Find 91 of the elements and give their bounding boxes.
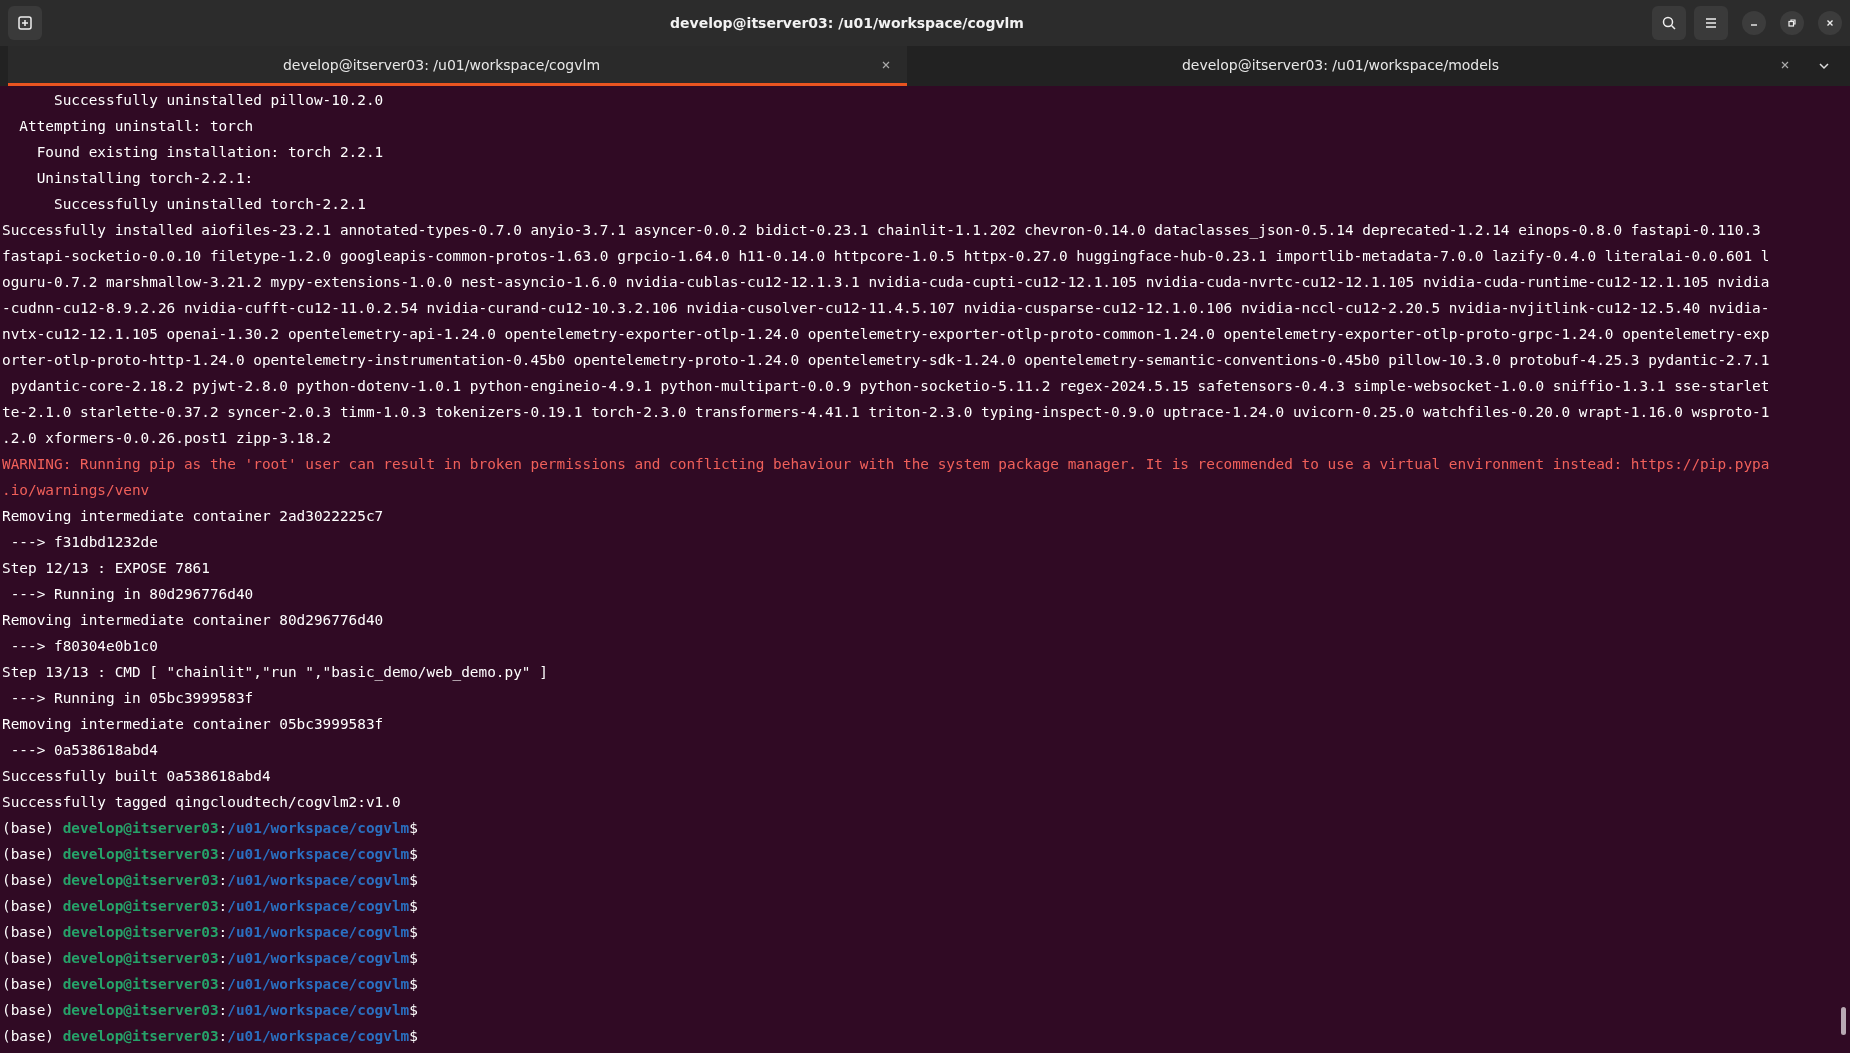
terminal-line: Successfully uninstalled torch-2.2.1	[52, 195, 366, 214]
prompt-path: /u01/workspace/cogvlm	[227, 975, 410, 994]
close-icon	[1780, 59, 1790, 70]
prompt-separator: :	[218, 1027, 228, 1046]
terminal-line: Removing intermediate container 2ad3022225c7	[2, 507, 384, 526]
conda-env: (base)	[2, 871, 54, 890]
prompt-path: /u01/workspace/cogvlm	[227, 1027, 410, 1046]
restore-icon	[1787, 18, 1797, 28]
terminal-line: ---> f80304e0b1c0	[9, 637, 158, 656]
terminal-line: Successfully uninstalled pillow-10.2.0	[52, 91, 384, 110]
prompt-sign: $	[409, 975, 418, 994]
terminal-line: Successfully installed aiofiles-23.2.1 annotated-types-0.7.0 anyio-3.7.1 asyncer-0.0.2 bidict-0.23.1 chainlit-1.1.202 chevron-0.14.0 dataclasses_json-0.5.14 deprecated-1.2.14 einops-0.8.0 fastapi-0.110.3	[2, 221, 1761, 241]
prompt-user: develop@itserver03	[62, 923, 219, 942]
terminal-line: ---> 0a538618abd4	[9, 741, 158, 760]
prompt-sign: $	[409, 897, 418, 916]
prompt-separator: :	[218, 949, 228, 968]
prompt-path: /u01/workspace/cogvlm	[227, 845, 410, 864]
prompt-sign: $	[409, 871, 418, 890]
close-icon	[881, 59, 891, 70]
conda-env: (base)	[2, 819, 54, 838]
warning-line: WARNING: Running pip as the 'root' user can result in broken permissions and conflicting behaviour with the system package manager. It is recommended to use a virtual environment instead: https://pip.pypa	[2, 455, 1770, 474]
prompt-user: develop@itserver03	[62, 845, 219, 864]
prompt-path: /u01/workspace/cogvlm	[227, 897, 410, 916]
prompt-user: develop@itserver03	[62, 871, 219, 890]
terminal-line: Uninstalling torch-2.2.1:	[35, 169, 254, 188]
terminal-line: ---> Running in 80d296776d40	[9, 585, 254, 604]
prompt-user: develop@itserver03	[62, 1027, 219, 1046]
prompt-path: /u01/workspace/cogvlm	[227, 819, 410, 838]
prompt-user: develop@itserver03	[62, 897, 219, 916]
conda-env: (base)	[2, 949, 54, 968]
prompt-separator: :	[218, 897, 228, 916]
terminal-line: Step 13/13 : CMD [ "chainlit","run ","basic_demo/web_demo.py" ]	[2, 663, 548, 683]
minimize-button[interactable]	[1742, 11, 1766, 35]
restore-button[interactable]	[1780, 11, 1804, 35]
conda-env: (base)	[2, 845, 54, 864]
window-title: develop@itserver03: /u01/workspace/cogvlm	[669, 15, 1025, 31]
terminal-tab[interactable]: develop@itserver03: /u01/workspace/cogvlm	[8, 46, 907, 86]
menu-button[interactable]	[1694, 6, 1728, 40]
prompt-path: /u01/workspace/cogvlm	[227, 949, 410, 968]
prompt-user: develop@itserver03	[62, 949, 219, 968]
conda-env: (base)	[2, 923, 54, 942]
terminal-line: oguru-0.7.2 marshmallow-3.21.2 mypy-extensions-1.0.0 nest-asyncio-1.6.0 nvidia-cublas-cu12-12.1.3.1 nvidia-cuda-cupti-cu12-12.1.105 nvidia-cuda-nvrtc-cu12-12.1.105 nvidia-cuda-runtime-cu12-12.1.105 nvidia	[2, 273, 1770, 292]
terminal-line: Removing intermediate container 80d296776d40	[2, 611, 384, 630]
prompt-separator: :	[218, 871, 228, 890]
prompt-separator: :	[218, 845, 228, 864]
close-button[interactable]	[1818, 11, 1842, 35]
terminal-line: Attempting uninstall: torch	[18, 117, 254, 136]
terminal-line: -cudnn-cu12-8.9.2.26 nvidia-cufft-cu12-11.0.2.54 nvidia-curand-cu12-10.3.2.106 nvidia-cusolver-cu12-11.4.5.107 nvidia-cusparse-cu12-12.1.0.106 nvidia-nccl-cu12-2.20.5 nvidia-nvjitlink-cu12-12.5.40 nvidia-	[2, 299, 1770, 318]
terminal-line: Step 12/13 : EXPOSE 7861	[2, 559, 210, 578]
prompt-user: develop@itserver03	[62, 819, 219, 838]
terminal-line: orter-otlp-proto-http-1.24.0 opentelemetry-instrumentation-0.45b0 opentelemetry-proto-1.24.0 opentelemetry-sdk-1.24.0 opentelemetry-semantic-conventions-0.45b0 pillow-10.3.0 protobuf-4.25.3 pydantic-2.7.1	[2, 351, 1770, 370]
terminal-line: Removing intermediate container 05bc3999583f	[2, 715, 384, 734]
conda-env: (base)	[2, 1027, 54, 1046]
prompt-path: /u01/workspace/cogvlm	[227, 871, 410, 890]
terminal-line: Successfully tagged qingcloudtech/cogvlm2:v1.0	[2, 793, 401, 812]
menu-icon	[1703, 15, 1719, 31]
prompt-sign: $	[409, 923, 418, 942]
terminal-line: nvtx-cu12-12.1.105 openai-1.30.2 opentelemetry-api-1.24.0 opentelemetry-exporter-otlp-1.24.0 opentelemetry-exporter-otlp-proto-common-1.24.0 opentelemetry-exporter-otlp-proto-grpc-1.24.0 opentelemetry-exp	[2, 325, 1770, 344]
terminal-line: Successfully built 0a538618abd4	[2, 767, 271, 786]
conda-env: (base)	[2, 897, 54, 916]
terminal-line: fastapi-socketio-0.0.10 filetype-1.2.0 googleapis-common-protos-1.63.0 grpcio-1.64.0 h11-0.14.0 httpcore-1.0.5 httpx-0.27.0 huggingface-hub-0.23.1 importlib-metadata-7.0.0 lazify-0.4.0 literalai-0.0.601 l	[2, 247, 1770, 266]
prompt-separator: :	[218, 923, 228, 942]
terminal-line: pydantic-core-2.18.2 pyjwt-2.8.0 python-dotenv-1.0.1 python-engineio-4.9.1 python-multipart-0.0.9 python-socketio-5.11.2 regex-2024.5.15 safetensors-0.4.3 simple-websocket-1.0.0 sniffio-1.3.1 sse-starlet	[9, 377, 1770, 396]
prompt-sign: $	[409, 949, 418, 968]
conda-env: (base)	[2, 975, 54, 994]
prompt-separator: :	[218, 975, 228, 994]
prompt-sign: $	[409, 1027, 418, 1046]
conda-env: (base)	[2, 1001, 54, 1020]
search-button[interactable]	[1652, 6, 1686, 40]
terminal-line: .2.0 xformers-0.0.26.post1 zipp-3.18.2	[2, 429, 332, 448]
terminal-tab[interactable]: develop@itserver03: /u01/workspace/models	[907, 46, 1806, 86]
terminal-line: ---> f31dbd1232de	[9, 533, 158, 552]
search-icon	[1661, 15, 1677, 31]
terminal-line: Found existing installation: torch 2.2.1	[35, 143, 384, 162]
prompt-separator: :	[218, 819, 228, 838]
prompt-path: /u01/workspace/cogvlm	[227, 923, 410, 942]
prompt-path: /u01/workspace/cogvlm	[227, 1001, 410, 1020]
prompt-sign: $	[409, 1001, 418, 1020]
close-icon	[1825, 18, 1835, 28]
scrollbar[interactable]	[1841, 1007, 1846, 1035]
warning-line: .io/warnings/venv	[2, 481, 150, 500]
prompt-user: develop@itserver03	[62, 1001, 219, 1020]
prompt-separator: :	[218, 1001, 228, 1020]
chevron-down-icon	[1818, 60, 1830, 72]
prompt-sign: $	[409, 845, 418, 864]
new-tab-button[interactable]	[8, 6, 42, 40]
prompt-user: develop@itserver03	[62, 975, 219, 994]
prompt-sign: $	[409, 819, 418, 838]
plus-box-icon	[17, 15, 33, 31]
terminal-line: te-2.1.0 starlette-0.37.2 syncer-2.0.3 timm-1.0.3 tokenizers-0.19.1 torch-2.3.0 transformers-4.41.1 triton-2.3.0 typing-inspect-0.9.0 uptrace-1.24.0 uvicorn-0.25.0 watchfiles-0.20.0 wrapt-1.16.0 wsproto-1	[2, 403, 1770, 422]
terminal-line: ---> Running in 05bc3999583f	[9, 689, 254, 708]
